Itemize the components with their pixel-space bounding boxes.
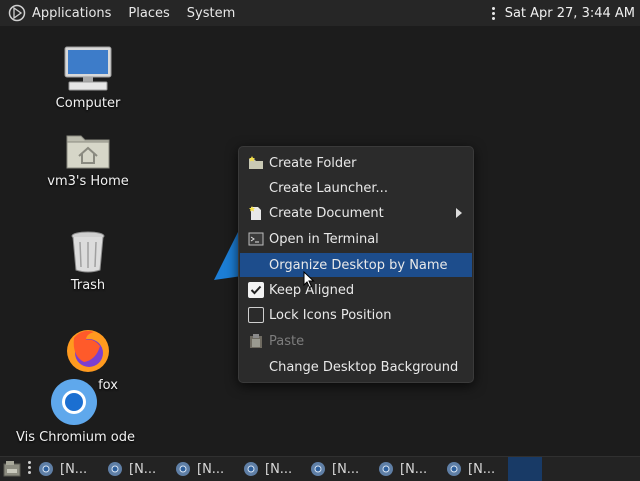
chromium-icon [311,462,325,476]
menu-item-keep-aligned[interactable]: Keep Aligned [240,278,472,302]
keep-aligned-checkbox[interactable] [248,282,264,298]
taskbar-window-button[interactable]: [N... [243,457,292,481]
top-panel: Applications Places System Sat Apr 27, 3… [0,0,640,26]
menu-item-label: Create Launcher... [269,180,388,196]
menu-system[interactable]: System [187,6,235,21]
chromium-icon [244,462,258,476]
menu-item-label: Organize Desktop by Name [269,257,448,273]
paste-icon [250,334,262,348]
taskbar-window-button[interactable]: [N... [310,457,359,481]
taskbar-window-button[interactable]: [N... [378,457,427,481]
taskbar-window-label: [N... [265,461,293,477]
panel-overflow-icon[interactable] [491,6,496,20]
taskbar-window-button[interactable]: [N... [38,457,87,481]
chromium-icon [39,462,53,476]
desktop-icon-label: vm3's Home [47,174,129,189]
menu-applications[interactable]: Applications [32,6,111,21]
document-new-icon [249,206,261,220]
bottom-taskbar: [N... [N... [N... [N... [N... [N... [N..… [0,456,640,481]
menu-item-label: Create Folder [269,155,357,171]
desktop-icon-computer[interactable]: Computer [40,46,136,111]
taskbar-window-label: [N... [60,461,88,477]
taskbar-handle-icon[interactable] [28,461,32,474]
chromium-icon [51,379,97,425]
show-desktop-icon[interactable] [3,460,21,477]
menu-item-label: Create Document [269,205,384,221]
desktop-icon-trash[interactable]: Trash [40,230,136,293]
home-folder-icon [66,135,110,169]
taskbar-window-label: [N... [129,461,157,477]
menu-item-change-background[interactable]: Change Desktop Background [240,355,472,379]
submenu-arrow-icon [456,208,462,218]
terminal-icon [248,232,264,246]
taskbar-window-label: [N... [468,461,496,477]
taskbar-window-label: [N... [400,461,428,477]
menu-item-create-document[interactable]: Create Document [240,201,472,225]
checkmark-icon [250,285,262,295]
taskbar-active-slot[interactable] [508,457,542,481]
desktop-icon-label: Trash [70,278,106,293]
desktop-icon-home[interactable]: vm3's Home [40,130,136,189]
mouse-pointer-icon [303,271,315,289]
desktop-icon-chromium[interactable]: Vis Chromium ode [14,378,135,445]
desktop-icon-label: Computer [55,96,121,111]
menu-item-paste: Paste [240,329,472,353]
chromium-icon [379,462,393,476]
trash-icon [71,231,105,273]
firefox-icon [67,330,109,372]
menu-item-label: Lock Icons Position [269,307,392,323]
chromium-icon [447,462,461,476]
desktop-icon-label: Vis Chromium ode [16,430,135,445]
menu-item-label: Open in Terminal [269,231,379,247]
distro-logo-icon[interactable] [8,4,26,22]
taskbar-window-button[interactable]: [N... [175,457,224,481]
menu-item-create-folder[interactable]: Create Folder [240,151,472,175]
menu-places[interactable]: Places [128,6,169,21]
desktop-context-menu: Create Folder Create Launcher... Create … [238,146,474,383]
chromium-icon [108,462,122,476]
menu-item-label: Change Desktop Background [269,359,459,375]
folder-new-icon [249,156,263,169]
taskbar-window-button[interactable]: [N... [107,457,156,481]
lock-icons-checkbox[interactable] [248,307,264,323]
taskbar-window-label: [N... [197,461,225,477]
menu-item-lock-icons[interactable]: Lock Icons Position [240,303,472,327]
computer-icon [64,46,112,91]
taskbar-window-button[interactable]: [N... [446,457,495,481]
chromium-icon [176,462,190,476]
menu-item-organize-desktop[interactable]: Organize Desktop by Name [240,253,472,277]
menu-item-label: Paste [269,333,305,349]
taskbar-window-label: [N... [332,461,360,477]
menu-item-open-terminal[interactable]: Open in Terminal [240,227,472,251]
menu-item-create-launcher[interactable]: Create Launcher... [240,176,472,200]
clock[interactable]: Sat Apr 27, 3:44 AM [505,6,635,21]
